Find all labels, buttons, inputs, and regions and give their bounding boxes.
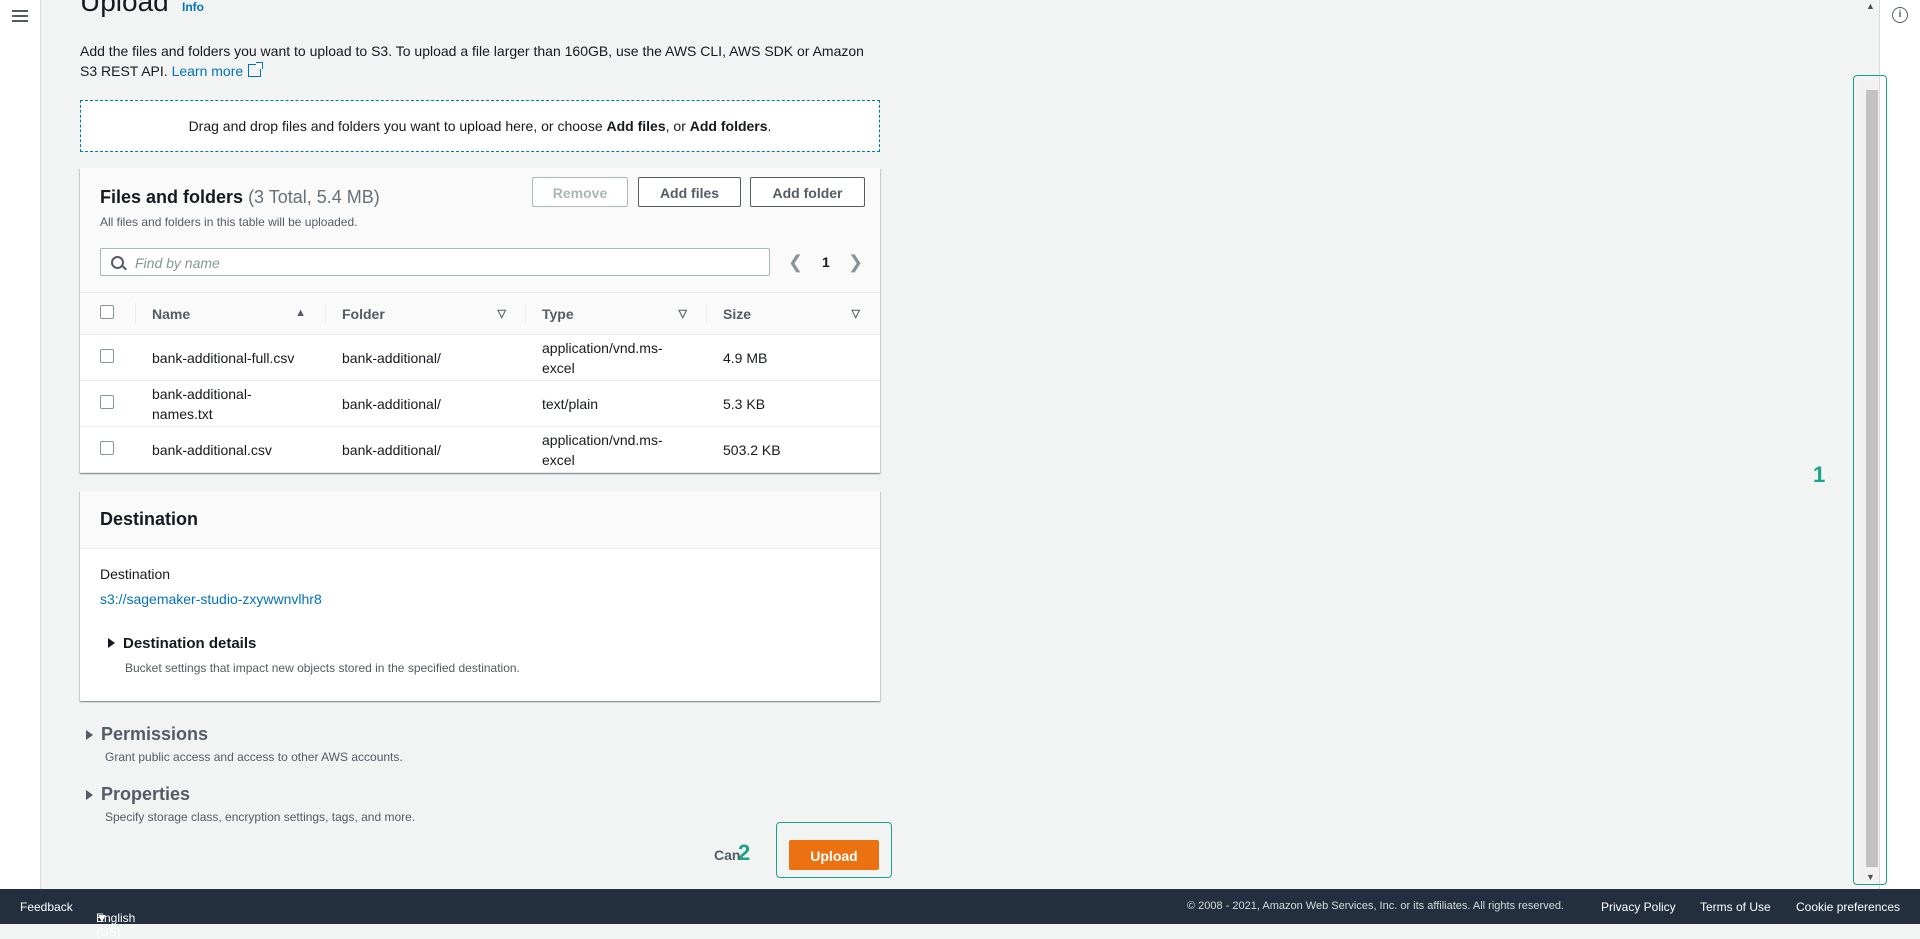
file-folder: bank-additional/ bbox=[342, 441, 441, 458]
table-row[interactable]: bank-additional.csv bank-additional/ app… bbox=[80, 426, 880, 473]
cancel-button[interactable]: Can bbox=[714, 847, 740, 863]
expand-caret-icon bbox=[108, 638, 115, 648]
info-link[interactable]: Info bbox=[182, 0, 204, 14]
files-and-folders-panel: Files and folders (3 Total, 5.4 MB) All … bbox=[80, 168, 880, 473]
row-checkbox[interactable] bbox=[100, 348, 114, 363]
destination-title: Destination bbox=[100, 509, 199, 529]
files-title-text: Files and folders bbox=[100, 187, 244, 207]
file-name: bank-additional-names.txt bbox=[152, 385, 252, 422]
column-header-name[interactable]: Name ▲ bbox=[136, 292, 326, 335]
upload-highlight-box: Upload bbox=[776, 822, 892, 878]
properties-toggle[interactable]: Properties bbox=[86, 784, 190, 805]
destination-uri-link[interactable]: s3://sagemaker-studio-zxywwnvlhr8 bbox=[100, 591, 322, 607]
drop-zone-period: . bbox=[767, 118, 772, 134]
drop-zone-add-files: Add files bbox=[606, 118, 666, 134]
file-size: 5.3 KB bbox=[723, 395, 766, 412]
expand-caret-icon bbox=[86, 790, 93, 800]
properties-description: Specify storage class, encryption settin… bbox=[105, 810, 416, 824]
destination-details-toggle[interactable]: Destination details bbox=[108, 635, 256, 652]
sort-icon: ▽ bbox=[851, 308, 860, 320]
page-number[interactable]: 1 bbox=[822, 254, 830, 270]
external-link-icon bbox=[248, 62, 264, 77]
destination-label: Destination bbox=[100, 566, 171, 582]
sort-icon: ▽ bbox=[678, 308, 687, 320]
destination-header: Destination bbox=[80, 491, 880, 549]
caret-down-icon: ▼ bbox=[96, 911, 108, 925]
sort-icon: ▽ bbox=[497, 308, 506, 320]
add-folder-button[interactable]: Add folder bbox=[750, 177, 865, 207]
menu-icon[interactable] bbox=[12, 8, 28, 24]
column-header-folder[interactable]: Folder ▽ bbox=[326, 292, 526, 335]
annotation-marker-1: 1 bbox=[1813, 462, 1826, 487]
column-type-label: Type bbox=[542, 305, 574, 322]
remove-button[interactable]: Remove bbox=[532, 177, 628, 207]
search-box bbox=[100, 248, 770, 276]
sort-ascending-icon: ▲ bbox=[295, 307, 306, 319]
scrollbar-highlight-box bbox=[1853, 75, 1887, 885]
column-name-label: Name bbox=[152, 305, 191, 322]
footer-bar: Feedback English (US) ▼ © 2008 - 2021, A… bbox=[0, 889, 1920, 939]
destination-panel: Destination Destination s3://sagemaker-s… bbox=[80, 491, 880, 701]
learn-more-link[interactable]: Learn more bbox=[171, 62, 264, 79]
search-input[interactable] bbox=[133, 252, 757, 274]
files-count: (3 Total, 5.4 MB) bbox=[248, 187, 380, 207]
learn-more-label: Learn more bbox=[171, 63, 244, 79]
file-type: application/vnd.ms-excel bbox=[542, 339, 663, 376]
file-folder: bank-additional/ bbox=[342, 395, 441, 412]
page-title: Upload bbox=[80, 0, 169, 17]
file-name: bank-additional-full.csv bbox=[152, 349, 295, 366]
row-checkbox[interactable] bbox=[100, 394, 114, 409]
files-panel-header: Files and folders (3 Total, 5.4 MB) All … bbox=[80, 168, 880, 292]
row-select-cell bbox=[80, 334, 136, 381]
file-folder: bank-additional/ bbox=[342, 349, 441, 366]
table-header-row: Name ▲ Folder ▽ Type ▽ Size ▽ bbox=[80, 292, 880, 335]
file-size: 4.9 MB bbox=[723, 349, 768, 366]
destination-details-description: Bucket settings that impact new objects … bbox=[125, 661, 520, 675]
files-table: Name ▲ Folder ▽ Type ▽ Size ▽ bank-additiona… bbox=[80, 292, 880, 473]
files-panel-title: Files and folders (3 Total, 5.4 MB) bbox=[100, 187, 380, 208]
next-page-icon[interactable]: ❯ bbox=[848, 252, 863, 273]
add-files-button[interactable]: Add files bbox=[638, 177, 741, 207]
cookie-preferences-link[interactable]: Cookie preferences bbox=[1796, 900, 1900, 914]
annotation-marker-2: 2 bbox=[738, 840, 751, 865]
properties-title: Properties bbox=[101, 784, 191, 804]
previous-page-icon[interactable]: ❮ bbox=[788, 252, 803, 273]
privacy-policy-link[interactable]: Privacy Policy bbox=[1601, 900, 1676, 914]
file-type: text/plain bbox=[542, 395, 599, 412]
table-row[interactable]: bank-additional-full.csv bank-additional… bbox=[80, 334, 880, 381]
select-all-checkbox[interactable] bbox=[100, 305, 114, 319]
feedback-link[interactable]: Feedback bbox=[20, 900, 73, 914]
copyright-text: © 2008 - 2021, Amazon Web Services, Inc.… bbox=[1187, 900, 1564, 912]
file-size: 503.2 KB bbox=[723, 441, 781, 458]
row-checkbox[interactable] bbox=[100, 440, 114, 455]
page-description: Add the files and folders you want to up… bbox=[80, 41, 880, 81]
column-size-label: Size bbox=[723, 305, 752, 322]
drop-zone-add-folders: Add folders bbox=[689, 118, 768, 134]
file-type: application/vnd.ms-excel bbox=[542, 431, 663, 468]
destination-details-title: Destination details bbox=[123, 635, 257, 652]
row-select-cell bbox=[80, 380, 136, 427]
permissions-description: Grant public access and access to other … bbox=[105, 750, 403, 764]
permissions-toggle[interactable]: Permissions bbox=[86, 724, 208, 745]
left-navigation-rail bbox=[0, 0, 41, 889]
files-panel-subtitle: All files and folders in this table will… bbox=[100, 215, 358, 229]
search-icon bbox=[111, 256, 124, 269]
table-row[interactable]: bank-additional-names.txt bank-additiona… bbox=[80, 380, 880, 427]
drop-zone-or: , or bbox=[665, 118, 690, 134]
row-select-cell bbox=[80, 426, 136, 473]
file-name: bank-additional.csv bbox=[152, 441, 272, 458]
permissions-title: Permissions bbox=[101, 724, 209, 744]
drop-zone[interactable]: Drag and drop files and folders you want… bbox=[80, 100, 880, 152]
upload-button[interactable]: Upload bbox=[789, 840, 879, 870]
info-icon[interactable]: i bbox=[1892, 7, 1908, 23]
column-folder-label: Folder bbox=[342, 305, 385, 322]
column-header-type[interactable]: Type ▽ bbox=[526, 292, 707, 335]
drop-zone-text: Drag and drop files and folders you want… bbox=[188, 118, 607, 134]
scroll-up-arrow-icon[interactable]: ▲ bbox=[1866, 1, 1875, 11]
terms-of-use-link[interactable]: Terms of Use bbox=[1700, 900, 1771, 914]
expand-caret-icon bbox=[86, 730, 93, 740]
select-all-header bbox=[80, 292, 136, 335]
column-header-size[interactable]: Size ▽ bbox=[707, 292, 880, 335]
